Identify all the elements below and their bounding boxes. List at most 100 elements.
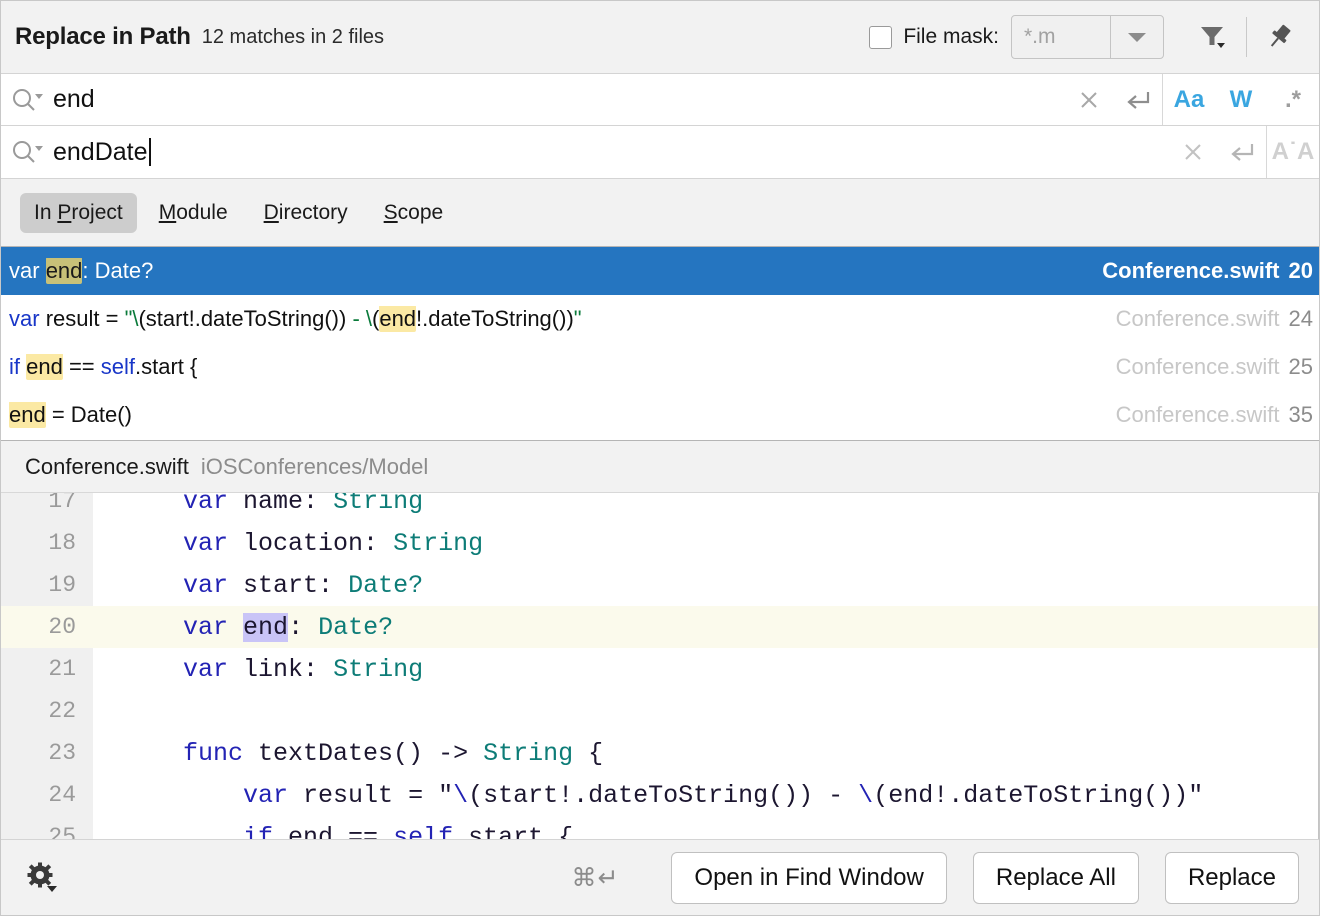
scope-tab-in-project[interactable]: In Project [20, 192, 137, 233]
code-line-number: 19 [1, 564, 93, 606]
code-token: ? [408, 570, 424, 600]
clear-replace-button[interactable] [1170, 139, 1216, 165]
result-row-code: var result = "\(start!.dateToString()) -… [9, 306, 1116, 332]
code-line: 17 var name: String [1, 493, 1318, 522]
result-row[interactable]: if end == self.start {Conference.swift 25 [1, 343, 1319, 391]
file-mask-label: File mask: [903, 25, 999, 48]
search-field-row[interactable]: end Aa W .* [1, 74, 1319, 126]
result-line-number: 25 [1288, 354, 1313, 379]
replace-all-button[interactable]: Replace All [972, 851, 1139, 904]
code-token: var [183, 654, 229, 684]
code-token: (end!.dateToString())" [873, 780, 1204, 810]
match-highlight: end [9, 402, 46, 428]
scope-tab-directory[interactable]: Directory [250, 193, 362, 233]
code-token: " [573, 306, 582, 331]
code-line: 21 var link: String [1, 648, 1318, 690]
code-token: String [333, 654, 424, 684]
replace-multiline-button[interactable] [1216, 139, 1266, 165]
code-token: { [573, 738, 604, 768]
search-multiline-button[interactable] [1112, 87, 1162, 113]
chevron-down-icon [1128, 32, 1146, 42]
code-token: if [243, 822, 274, 840]
scope-tab-scope[interactable]: Scope [370, 193, 458, 233]
scope-tab-module-mnemonic: M [158, 200, 177, 224]
code-token: var [183, 612, 229, 642]
code-line-number: 21 [1, 648, 93, 690]
match-highlight-text: end [45, 258, 83, 283]
code-token: \ [858, 780, 874, 810]
code-line: 23 func textDates() -> String { [1, 732, 1318, 774]
code-token: link: [228, 654, 334, 684]
match-case-toggle[interactable]: Aa [1163, 74, 1215, 125]
gear-icon [27, 862, 57, 892]
search-history-button[interactable] [1, 87, 53, 113]
scope-tab-scope-post: cope [397, 200, 444, 224]
code-line-number: 23 [1, 732, 93, 774]
replace-input[interactable]: endDate [53, 138, 1170, 167]
words-toggle[interactable]: W [1215, 74, 1267, 125]
search-input[interactable]: end [53, 85, 1066, 114]
result-line-number: 35 [1288, 402, 1313, 427]
code-token: textDates() -> [243, 738, 484, 768]
code-token: name: [228, 493, 334, 516]
replace-field-row[interactable]: endDate A˙A [1, 126, 1319, 179]
code-token: func [183, 738, 244, 768]
regex-toggle[interactable]: .* [1267, 74, 1319, 125]
scope-tab-module-post: odule [176, 200, 228, 224]
code-token: self [393, 822, 454, 840]
code-line-text: var start: Date? [93, 571, 423, 600]
scope-tab-module[interactable]: Module [145, 193, 242, 233]
replace-button[interactable]: Replace [1164, 851, 1299, 904]
file-mask-dropdown-button[interactable] [1111, 16, 1163, 58]
text-caret [148, 138, 151, 166]
code-preview-area[interactable]: 17 var name: String 18 var location: Stri… [1, 493, 1319, 839]
page-title: Replace in Path [15, 23, 191, 50]
settings-button[interactable] [19, 855, 65, 901]
code-line-text: var name: String [93, 493, 423, 516]
code-line: 20 var end: Date? [1, 606, 1318, 648]
code-token: var [183, 570, 229, 600]
return-arrow-icon [1127, 91, 1150, 109]
search-icon [13, 141, 43, 163]
code-line-text: var result = "\(start!.dateToString()) -… [93, 781, 1203, 810]
file-mask-combo[interactable]: *.m [1011, 15, 1164, 59]
result-row[interactable]: var end: Date? Conference.swift 20 [1, 247, 1319, 295]
match-highlight: end [45, 258, 83, 284]
code-line-number: 22 [1, 690, 93, 732]
scope-tab-in-project-post: roject [71, 200, 123, 224]
result-row[interactable]: end = Date() Conference.swift 35 [1, 391, 1319, 439]
preserve-case-toggle[interactable]: A˙A [1267, 126, 1319, 178]
file-mask-input[interactable]: *.m [1012, 16, 1111, 58]
open-in-find-window-button[interactable]: Open in Find Window [671, 851, 947, 904]
pin-button[interactable] [1257, 14, 1303, 60]
code-selection-highlight: end [243, 612, 289, 642]
result-file-name: Conference.swift [1115, 402, 1280, 427]
search-results-list[interactable]: var end: Date? Conference.swift 20 var resu… [1, 246, 1319, 440]
clear-search-button[interactable] [1066, 87, 1112, 113]
filter-button[interactable] [1190, 14, 1236, 60]
code-token: end == [273, 822, 394, 840]
code-token: Date [318, 612, 379, 642]
code-token: : Date? [82, 258, 154, 283]
match-count-label: 12 matches in 2 files [201, 25, 385, 48]
file-mask-checkbox[interactable] [869, 25, 893, 49]
return-arrow-icon [1231, 144, 1254, 161]
code-line-text: if end == self.start { [93, 823, 573, 840]
filter-icon [1201, 27, 1225, 48]
code-token: if [9, 354, 27, 379]
result-file-name: Conference.swift [1115, 354, 1280, 379]
replace-history-button[interactable] [1, 139, 53, 165]
code-token: "\ [124, 306, 139, 331]
code-token: \ [453, 780, 469, 810]
scope-tab-in-project-mnemonic: P [57, 200, 72, 224]
shortcut-hint: ⌘↵ [571, 863, 620, 892]
result-row[interactable]: var result = "\(start!.dateToString()) -… [1, 295, 1319, 343]
scope-tab-directory-mnemonic: D [263, 200, 279, 224]
code-line: 22 [1, 690, 1318, 732]
code-line-text: var end: Date? [93, 612, 393, 642]
code-token: String [393, 528, 484, 558]
